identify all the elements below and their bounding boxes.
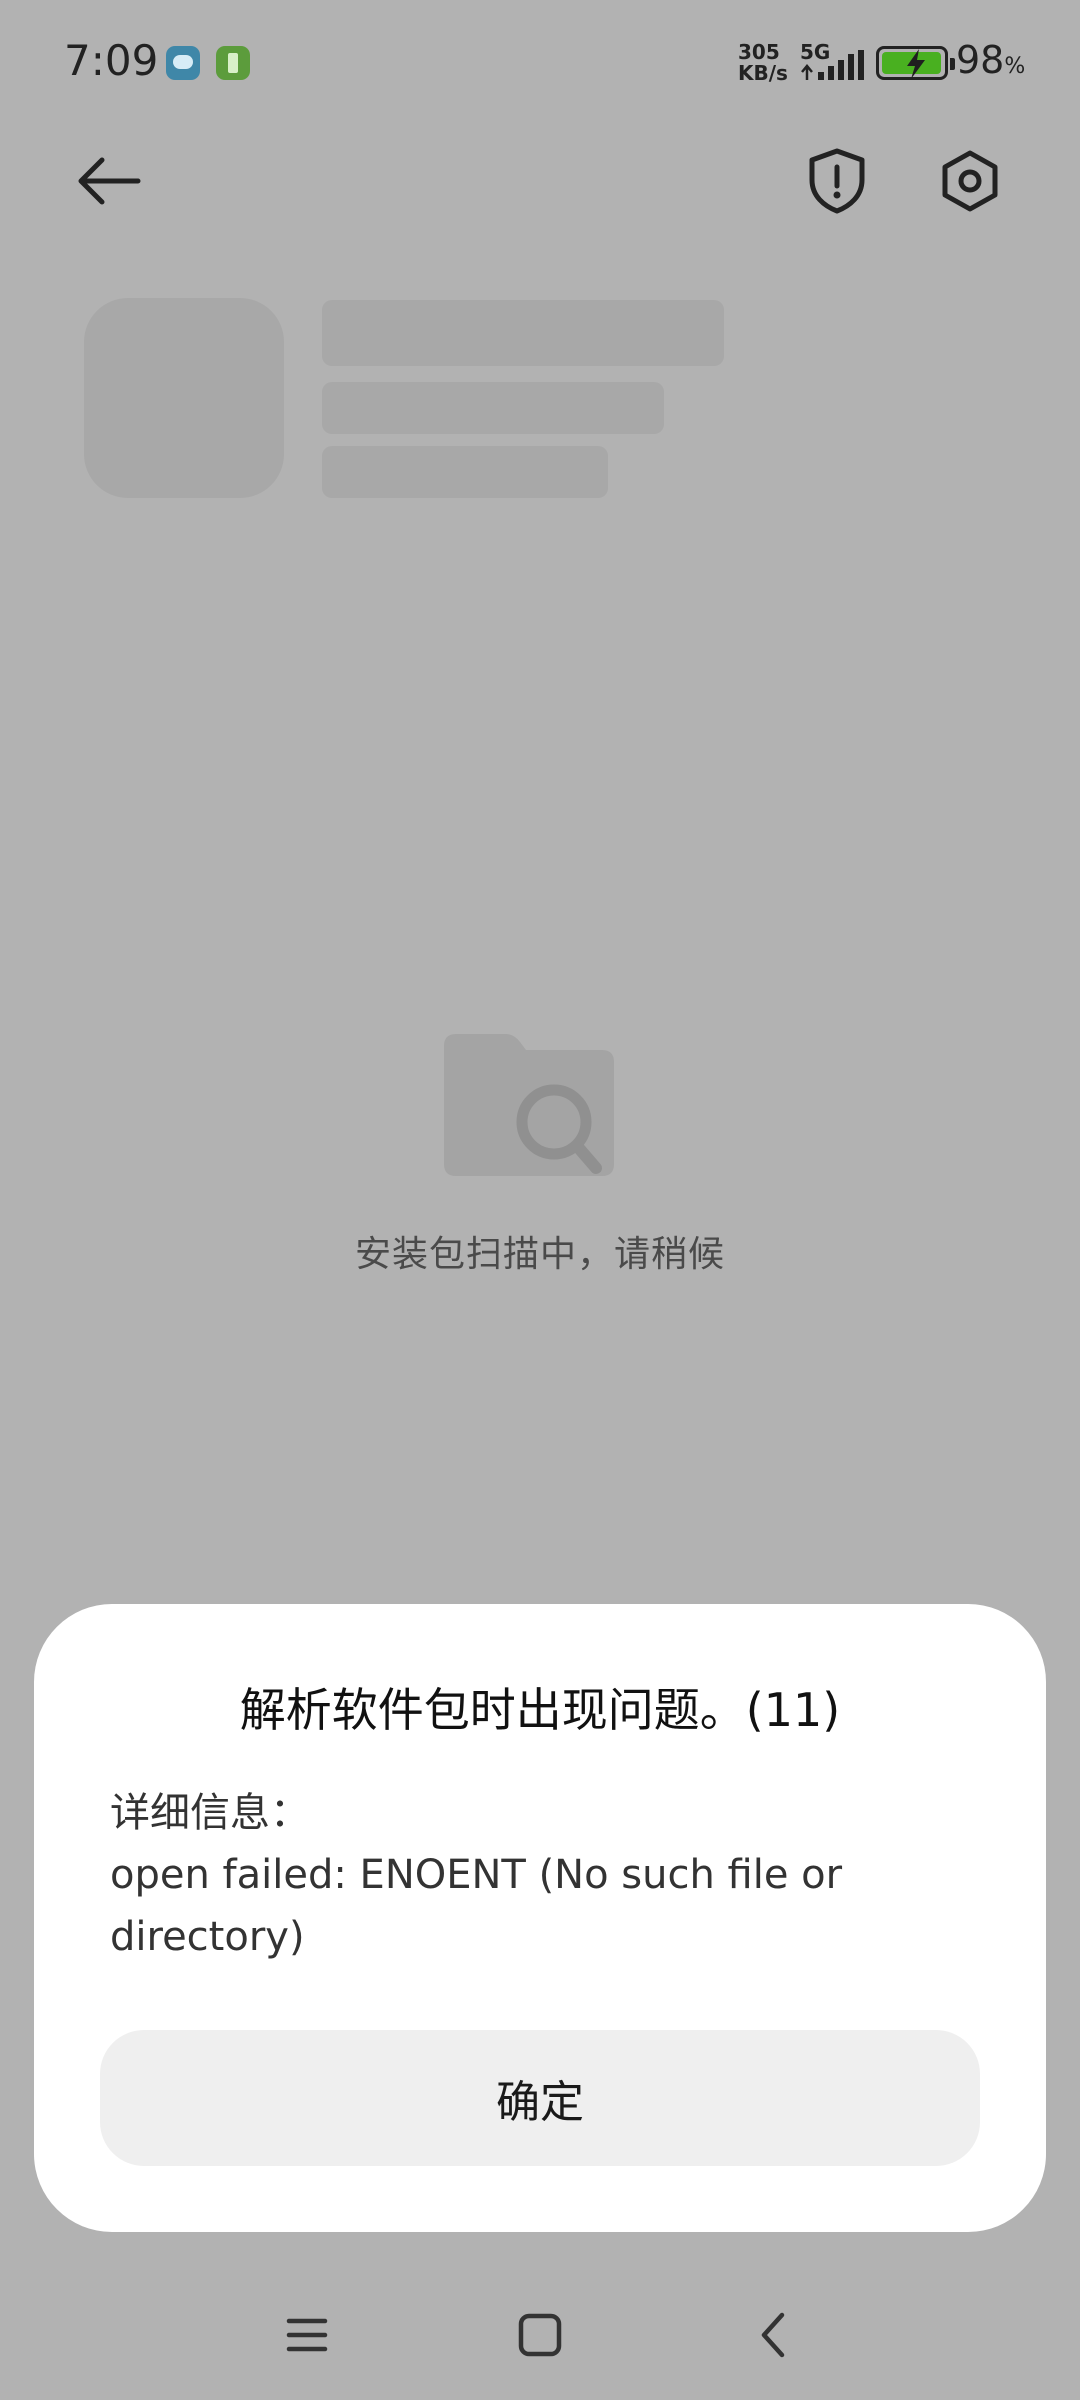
back-button[interactable] bbox=[64, 136, 154, 226]
network-speed-value: 305 bbox=[738, 40, 780, 64]
app-icon-placeholder bbox=[84, 298, 284, 498]
battery-cap bbox=[950, 58, 955, 70]
chevron-left-icon bbox=[761, 2312, 785, 2358]
error-dialog: 解析软件包时出现问题。(11) 详细信息： open failed: ENOEN… bbox=[34, 1604, 1046, 2232]
settings-button[interactable] bbox=[925, 136, 1015, 226]
shield-exclamation-icon bbox=[809, 148, 865, 214]
menu-icon bbox=[286, 2318, 328, 2352]
navigation-bar bbox=[0, 2290, 1080, 2380]
home-button[interactable] bbox=[505, 2300, 575, 2370]
detail-text: open failed: ENOENT (No such file or dir… bbox=[110, 1852, 843, 1960]
app-info-placeholder bbox=[322, 382, 664, 434]
battery-percent: 98% bbox=[956, 38, 1025, 82]
confirm-button[interactable]: 确定 bbox=[100, 2030, 980, 2166]
recents-button[interactable] bbox=[272, 2300, 342, 2370]
arrow-left-icon bbox=[78, 157, 141, 205]
battery-percent-value: 98 bbox=[956, 38, 1005, 82]
gear-icon bbox=[942, 150, 998, 212]
nav-back-button[interactable] bbox=[738, 2300, 808, 2370]
app-name-placeholder bbox=[322, 300, 724, 366]
scanning-message: 安装包扫描中，请稍候 bbox=[354, 1234, 725, 1275]
battery-icon bbox=[876, 46, 955, 80]
network-speed: 305 KB/s bbox=[738, 42, 794, 84]
cloud-app-icon bbox=[166, 46, 200, 80]
security-button[interactable] bbox=[792, 136, 882, 226]
detail-label: 详细信息： bbox=[110, 1790, 310, 1836]
dialog-message: 详细信息： open failed: ENOENT (No such file … bbox=[110, 1782, 990, 1968]
status-time: 7:09 bbox=[64, 36, 159, 85]
charging-bolt-icon bbox=[907, 49, 925, 79]
dialog-title: 解析软件包时出现问题。(11) bbox=[239, 1683, 841, 1737]
status-bar: 7:09 305 KB/s 5G 98% bbox=[0, 0, 1080, 130]
network-speed-unit: KB/s bbox=[738, 61, 788, 85]
app-version-placeholder bbox=[322, 446, 608, 498]
signal-strength-icon bbox=[801, 50, 864, 80]
home-square-icon bbox=[518, 2313, 562, 2357]
folder-search-icon bbox=[444, 1034, 614, 1176]
battery-percent-sign: % bbox=[1004, 54, 1026, 79]
battery-app-icon bbox=[216, 46, 250, 80]
